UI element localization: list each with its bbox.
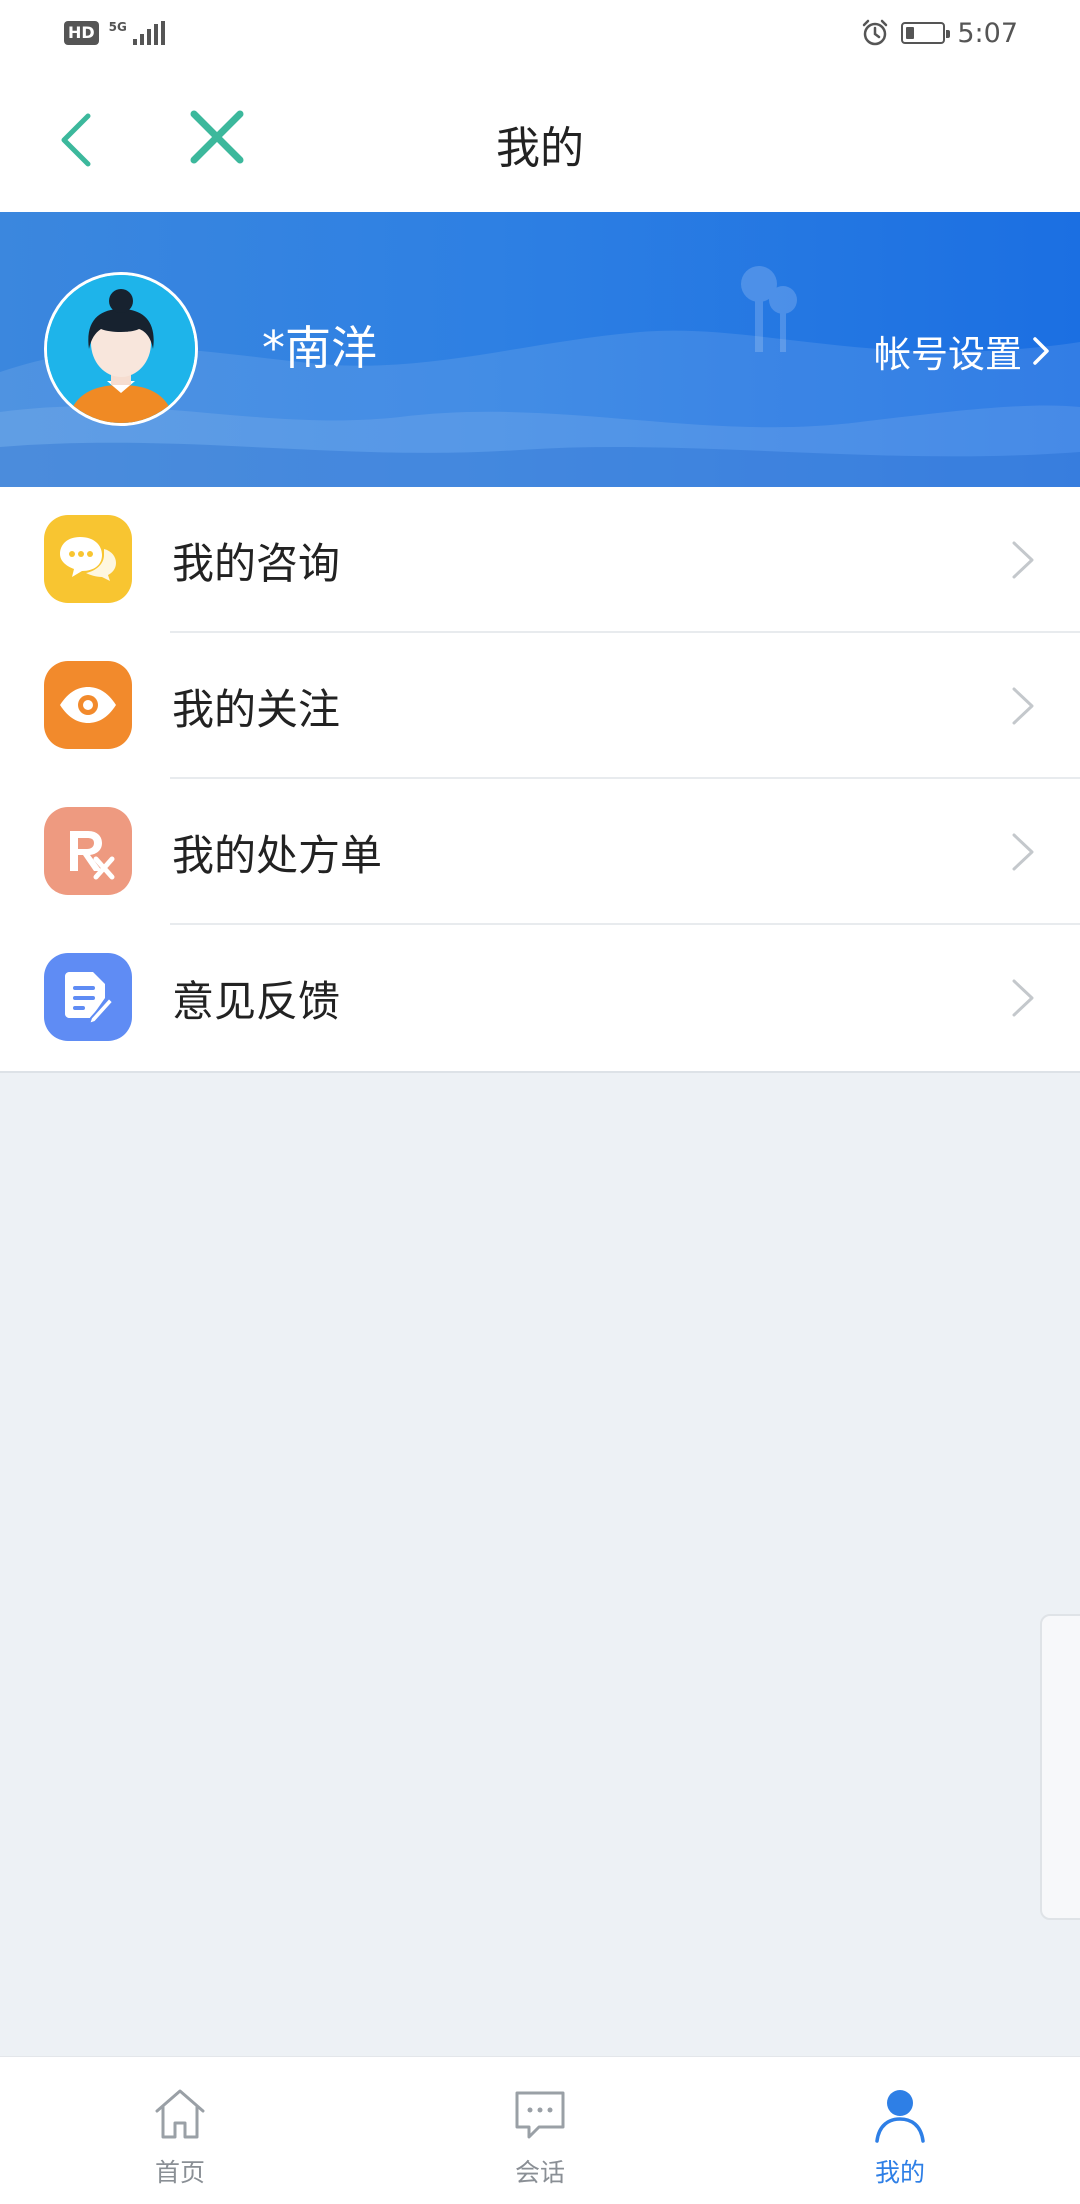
avatar[interactable] xyxy=(44,272,198,426)
feedback-icon xyxy=(44,953,132,1041)
hd-badge: HD xyxy=(64,21,99,45)
tab-mine[interactable]: 我的 xyxy=(720,2057,1080,2204)
bottom-tab-bar: 首页 会话 我的 xyxy=(0,2056,1080,2204)
header: 我的 xyxy=(0,66,1080,212)
tab-home[interactable]: 首页 xyxy=(0,2057,360,2204)
person-icon xyxy=(875,2090,925,2143)
menu-item-prescriptions[interactable]: 我的处方单 xyxy=(0,779,1080,925)
tab-label: 会话 xyxy=(514,2158,565,2187)
status-left: HD 5G xyxy=(64,21,165,45)
status-right: 5:07 xyxy=(861,18,1018,49)
eye-icon xyxy=(44,661,132,749)
account-settings-label: 帐号设置 xyxy=(874,333,1022,376)
tab-label: 首页 xyxy=(154,2158,205,2187)
tab-label: 我的 xyxy=(874,2158,925,2187)
chevron-right-icon xyxy=(1012,833,1034,871)
menu-item-consultations[interactable]: 我的咨询 xyxy=(0,487,1080,633)
home-icon xyxy=(155,2089,205,2139)
alarm-icon xyxy=(863,19,888,46)
chevron-right-icon xyxy=(1033,337,1049,365)
username: *南洋 xyxy=(262,321,377,375)
chevron-right-icon xyxy=(1012,541,1034,579)
chat-bubble-icon xyxy=(44,515,132,603)
battery-icon xyxy=(901,22,951,44)
status-time: 5:07 xyxy=(957,17,1018,49)
message-icon xyxy=(515,2091,565,2139)
page-title: 我的 xyxy=(496,123,584,174)
network-label: 5G xyxy=(108,20,127,34)
signal-icon xyxy=(132,21,165,45)
tab-messages[interactable]: 会话 xyxy=(360,2057,720,2204)
menu-item-label: 我的关注 xyxy=(172,684,341,734)
menu-item-following[interactable]: 我的关注 xyxy=(0,633,1080,779)
chevron-right-icon xyxy=(1012,687,1034,725)
chevron-right-icon xyxy=(1012,979,1034,1017)
menu-item-label: 我的咨询 xyxy=(172,538,341,588)
prescription-icon xyxy=(44,807,132,895)
menu-item-label: 我的处方单 xyxy=(172,830,383,880)
avatar-icon xyxy=(47,275,195,423)
menu-item-label: 意见反馈 xyxy=(172,976,341,1026)
floating-side-handle[interactable] xyxy=(1040,1614,1080,1920)
menu-item-feedback[interactable]: 意见反馈 xyxy=(0,925,1080,1071)
menu-list: 我的咨询 我的关注 我的处方单 意见反馈 xyxy=(0,487,1080,1073)
account-settings-link[interactable]: 帐号设置 xyxy=(874,324,1050,378)
status-bar: HD 5G 5:07 xyxy=(0,0,1080,66)
profile-banner: *南洋 帐号设置 xyxy=(0,212,1080,487)
